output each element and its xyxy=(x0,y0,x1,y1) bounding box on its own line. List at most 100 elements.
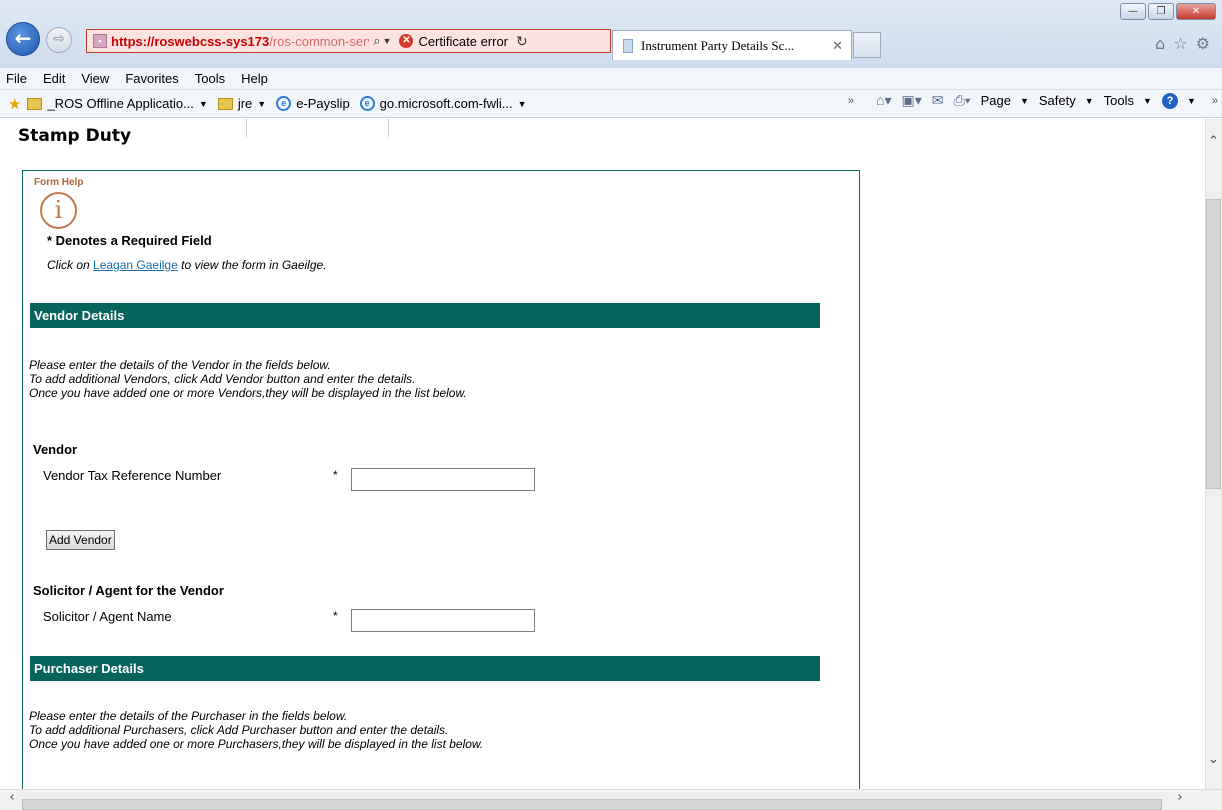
scroll-down-icon[interactable]: ⌄ xyxy=(1205,752,1222,768)
chevron-down-icon: ▼ xyxy=(1084,95,1094,106)
instruction-line: To add additional Vendors, click Add Ven… xyxy=(29,372,416,386)
gaeilge-suffix: to view the form in Gaeilge. xyxy=(181,258,327,272)
dropdown-arrow-icon[interactable]: ▼ xyxy=(383,36,392,46)
ie-page-icon: e xyxy=(359,96,375,111)
vendor-instructions: Please enter the details of the Vendor i… xyxy=(29,358,467,400)
help-menu[interactable]: ? ▼ xyxy=(1161,92,1196,109)
page-content: Stamp Duty Form Help i * Denotes a Requi… xyxy=(0,119,1205,789)
safety-menu[interactable]: Safety ▼ xyxy=(1039,93,1094,108)
print-icon[interactable]: ⎙▾ xyxy=(954,92,971,109)
form-panel: Form Help i * Denotes a Required Field C… xyxy=(22,170,860,789)
instruction-line: To add additional Purchasers, click Add … xyxy=(29,723,449,737)
back-button[interactable]: ← xyxy=(6,22,40,56)
command-bar: » ⌂▾ ▣▾ ✉ ⎙▾ Page ▼ Safety ▼ Tools ▼ ? ▼ » xyxy=(836,92,1218,109)
vendor-subheading: Vendor xyxy=(33,442,78,457)
vendor-tax-ref-input[interactable] xyxy=(351,468,535,491)
help-icon: ? xyxy=(1161,92,1178,109)
chevron-down-icon: ▼ xyxy=(517,98,527,109)
info-icon[interactable]: i xyxy=(40,192,77,229)
folder-icon xyxy=(27,97,43,110)
add-vendor-button[interactable]: Add Vendor xyxy=(46,530,115,550)
scroll-right-icon[interactable]: › xyxy=(1172,790,1188,808)
purchaser-details-header: Purchaser Details xyxy=(30,656,820,681)
safety-menu-label: Safety xyxy=(1038,93,1076,108)
divider xyxy=(388,119,389,137)
instruction-line: Please enter the details of the Vendor i… xyxy=(29,358,331,372)
home-cmd-icon[interactable]: ⌂▾ xyxy=(876,92,891,109)
favorite-label: _ROS Offline Applicatio... xyxy=(47,96,194,111)
favorite-label: e-Payslip xyxy=(296,96,350,111)
vendor-tax-ref-label: Vendor Tax Reference Number xyxy=(43,468,222,483)
tab-instrument-party-details[interactable]: Instrument Party Details Sc... ✕ xyxy=(612,30,852,60)
address-bar[interactable]: ▪ https://roswebcss-sys173 /ros-common-s… xyxy=(86,29,611,53)
vendor-details-header: Vendor Details xyxy=(30,303,820,328)
favorites-star-icon[interactable]: ☆ xyxy=(1173,34,1187,53)
tools-menu-label: Tools xyxy=(1103,93,1135,108)
required-marker: * xyxy=(333,609,338,623)
menu-file[interactable]: File xyxy=(6,71,27,86)
new-tab-button[interactable] xyxy=(853,32,881,58)
tab-page-icon xyxy=(623,38,633,53)
gaeilge-prefix: Click on xyxy=(47,258,90,272)
favorite-go-microsoft[interactable]: e go.microsoft.com-fwli... ▼ xyxy=(359,96,527,111)
command-overflow-icon[interactable]: » xyxy=(1212,95,1218,107)
favorite-ros-offline[interactable]: _ROS Offline Applicatio... ▼ xyxy=(27,96,208,111)
leagan-gaeilge-link[interactable]: Leagan Gaeilge xyxy=(93,258,178,272)
url-host: https://roswebcss-sys173 xyxy=(111,33,270,49)
required-field-note: * Denotes a Required Field xyxy=(47,233,212,248)
url-path: /ros-common-servic xyxy=(269,33,369,49)
cert-error-label[interactable]: Certificate error xyxy=(418,34,508,49)
folder-icon xyxy=(217,97,233,110)
favorites-overflow-icon[interactable]: » xyxy=(848,95,854,107)
chevron-down-icon: ▼ xyxy=(257,98,267,109)
purchaser-instructions: Please enter the details of the Purchase… xyxy=(29,709,483,751)
settings-gear-icon[interactable]: ⚙ xyxy=(1196,34,1210,53)
close-window-button[interactable]: ✕ xyxy=(1176,3,1216,20)
menu-bar: File Edit View Favorites Tools Help xyxy=(0,68,1222,90)
page-menu[interactable]: Page ▼ xyxy=(981,93,1029,108)
menu-favorites[interactable]: Favorites xyxy=(125,71,178,86)
menu-edit[interactable]: Edit xyxy=(43,71,65,86)
form-help-label[interactable]: Form Help xyxy=(34,177,83,188)
scroll-up-icon[interactable]: ⌃ xyxy=(1205,134,1222,150)
menu-help[interactable]: Help xyxy=(241,71,268,86)
tools-menu[interactable]: Tools ▼ xyxy=(1104,93,1152,108)
chevron-down-icon: ▼ xyxy=(1019,95,1029,106)
instruction-line: Once you have added one or more Purchase… xyxy=(29,737,484,751)
instruction-line: Please enter the details of the Purchase… xyxy=(29,709,348,723)
chevron-down-icon: ▼ xyxy=(1143,95,1152,106)
horizontal-scroll-thumb[interactable] xyxy=(22,799,1162,810)
minimize-button[interactable]: — xyxy=(1120,3,1146,20)
vertical-scroll-thumb[interactable] xyxy=(1206,199,1221,489)
solicitor-vendor-subheading: Solicitor / Agent for the Vendor xyxy=(33,583,224,598)
required-marker: * xyxy=(333,468,338,482)
refresh-icon[interactable]: ↻ xyxy=(516,33,528,50)
menu-view[interactable]: View xyxy=(81,71,109,86)
mail-icon[interactable]: ✉ xyxy=(932,92,944,109)
favorite-jre[interactable]: jre ▼ xyxy=(217,96,267,111)
feeds-icon[interactable]: ▣▾ xyxy=(902,92,922,109)
restore-button[interactable]: ❐ xyxy=(1148,3,1174,20)
cert-error-icon[interactable]: ✕ xyxy=(399,34,414,48)
favorite-e-payslip[interactable]: e e-Payslip xyxy=(276,96,350,111)
chevron-down-icon: ▼ xyxy=(1186,95,1196,106)
home-icon[interactable]: ⌂ xyxy=(1155,34,1165,53)
instruction-line: Once you have added one or more Vendors,… xyxy=(29,386,467,400)
search-icon[interactable]: ⌕ xyxy=(373,33,380,49)
solicitor-name-input[interactable] xyxy=(351,609,535,632)
divider xyxy=(246,119,247,137)
add-favorite-star-icon[interactable]: ★ xyxy=(8,95,21,113)
ie-page-icon: e xyxy=(276,96,292,111)
chevron-down-icon: ▼ xyxy=(198,98,208,109)
gaeilge-instruction: Click on Leagan Gaeilge to view the form… xyxy=(47,258,327,272)
window-controls: — ❐ ✕ xyxy=(1118,3,1216,20)
browser-toolbar-icons: ⌂ ☆ ⚙ xyxy=(1155,34,1210,53)
solicitor-name-label: Solicitor / Agent Name xyxy=(43,609,172,624)
menu-tools[interactable]: Tools xyxy=(195,71,225,86)
favorite-label: go.microsoft.com-fwli... xyxy=(379,96,513,111)
scroll-left-icon[interactable]: ‹ xyxy=(4,790,20,808)
tab-close-icon[interactable]: ✕ xyxy=(832,38,843,54)
page-icon: ▪ xyxy=(93,34,107,48)
forward-button[interactable]: ⇨ xyxy=(46,27,72,53)
tab-title: Instrument Party Details Sc... xyxy=(641,37,795,53)
